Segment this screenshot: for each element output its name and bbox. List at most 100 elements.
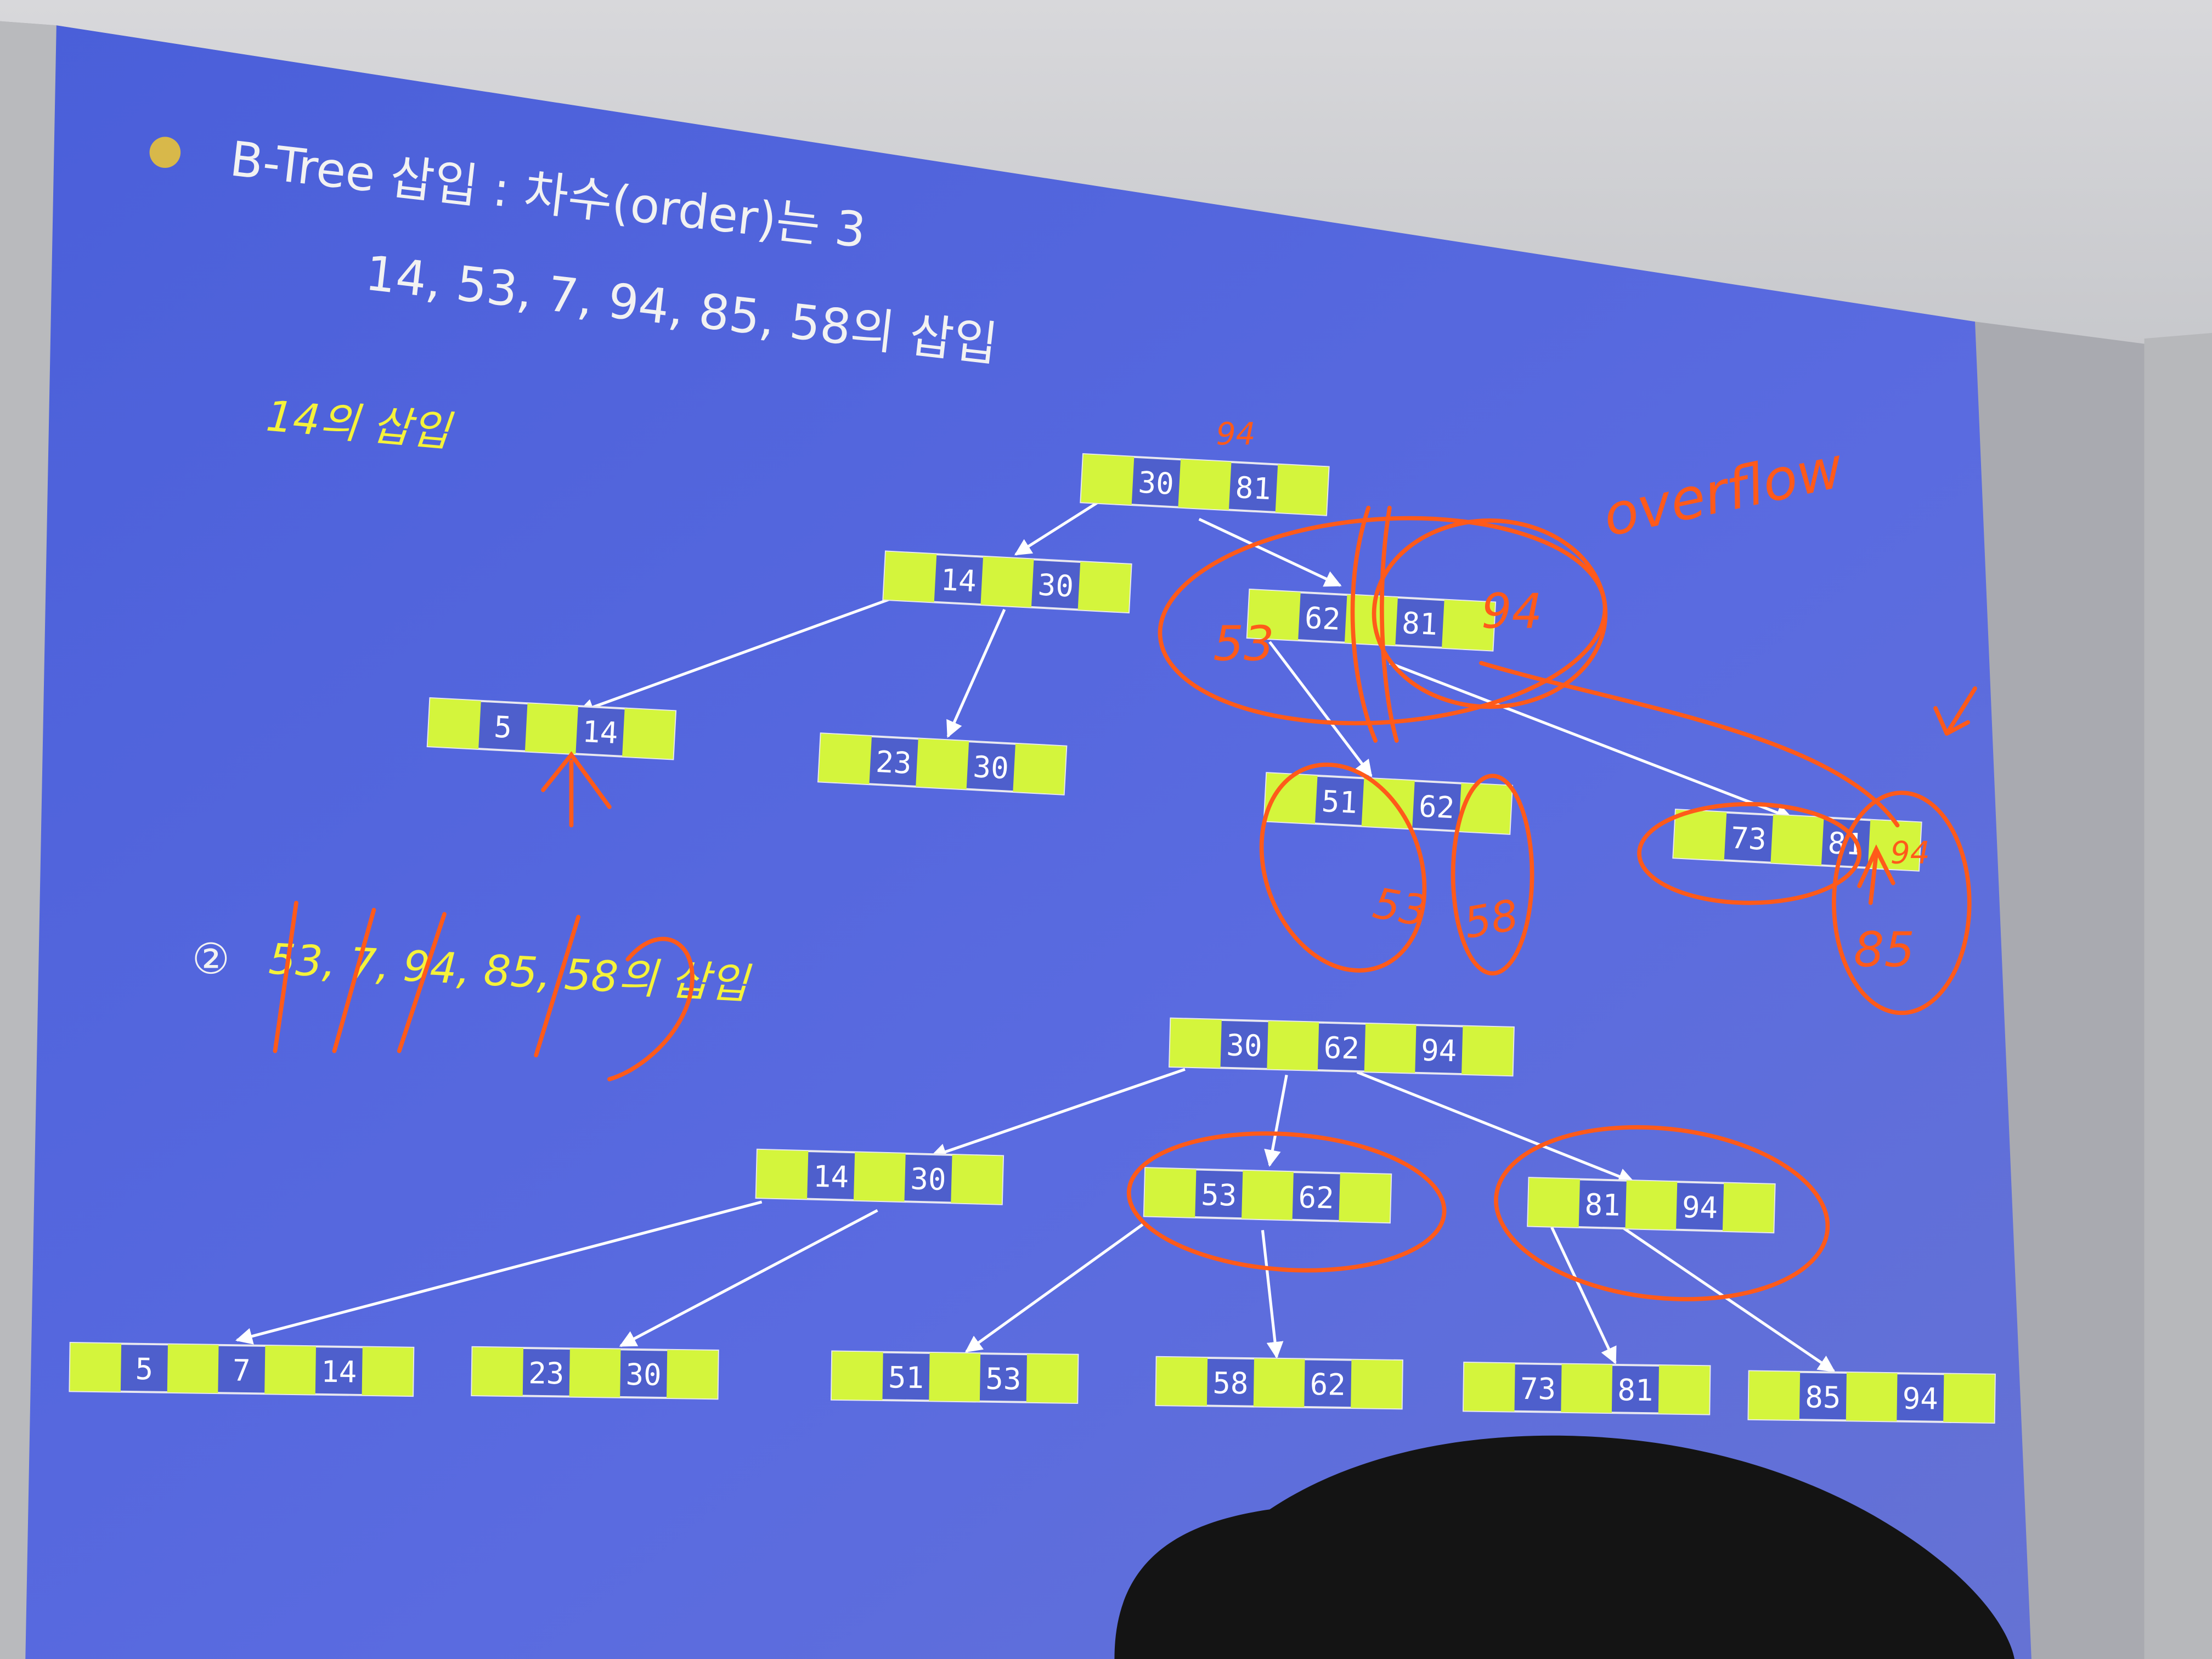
btree-node-t2-mid1: 14 30	[755, 1148, 1005, 1205]
node-key: 30	[972, 749, 1009, 786]
pointer-cell	[667, 1350, 718, 1399]
node-key: 94	[1902, 1381, 1938, 1417]
btree-node-t2-leaf4: 58 62	[1155, 1356, 1403, 1410]
node-key: 30	[625, 1357, 662, 1392]
bullet-dot-icon	[149, 137, 181, 168]
pointer-cell	[1846, 1372, 1898, 1421]
pointer-cell	[1748, 1371, 1801, 1420]
node-key: 62	[1304, 600, 1341, 636]
pointer-cell	[818, 733, 872, 785]
pointer-cell	[1267, 1021, 1319, 1071]
pointer-cell	[569, 1348, 621, 1397]
node-53-note: 53	[1213, 616, 1274, 672]
pointer-cell	[1561, 1364, 1613, 1413]
node-key: 14	[940, 562, 977, 599]
node-key: 14	[321, 1355, 357, 1390]
pointer-cell	[1178, 459, 1232, 510]
node-key: 73	[1520, 1372, 1556, 1407]
pointer-cell	[756, 1149, 809, 1199]
node-key: 62	[1298, 1180, 1335, 1216]
pointer-cell	[1026, 1354, 1078, 1403]
node-key: 30	[1137, 465, 1175, 501]
node-key: 81	[1584, 1187, 1621, 1223]
pointer-cell	[1077, 562, 1131, 613]
pointer-cell	[1339, 1173, 1391, 1223]
pointer-cell	[1458, 783, 1512, 834]
node-key: 62	[1418, 789, 1455, 825]
node-key: 81	[1234, 470, 1272, 506]
pointer-cell	[951, 1155, 1003, 1204]
photo-stage: B-Tree 삽입 : 차수(order)는 3 14, 53, 7, 94, …	[0, 0, 2212, 1659]
pointer-cell	[1722, 1183, 1775, 1233]
btree-node-t2-leaf1: 5 7 14	[69, 1342, 415, 1397]
node-key: 30	[1226, 1028, 1263, 1064]
node-key: 30	[1037, 567, 1074, 603]
pointer-cell	[1943, 1374, 1995, 1423]
leaf-58-note: 58	[1460, 890, 1522, 949]
pointer-cell	[929, 1352, 981, 1402]
node-key: 81	[1401, 606, 1438, 642]
pointer-cell	[1156, 1357, 1208, 1406]
pointer-cell	[1275, 464, 1329, 515]
pointer-cell	[622, 708, 676, 759]
pointer-cell	[1013, 743, 1066, 794]
node-key: 14	[582, 714, 619, 751]
pointer-cell	[362, 1347, 414, 1396]
wall-right	[2144, 332, 2212, 1659]
node-key: 53	[985, 1362, 1022, 1397]
pointer-cell	[427, 698, 481, 749]
pointer-cell	[1463, 1362, 1515, 1412]
step2-marker: ②	[192, 934, 230, 984]
node-key: 62	[1310, 1367, 1346, 1402]
pointer-cell	[1253, 1358, 1305, 1407]
pointer-cell	[264, 1345, 316, 1395]
pointer-cell	[1081, 454, 1135, 505]
leaf-94-note: 94	[1891, 835, 1930, 871]
pointer-cell	[472, 1347, 523, 1396]
pointer-cell	[167, 1344, 219, 1393]
pointer-cell	[524, 703, 578, 754]
node-key: 94	[1420, 1033, 1457, 1069]
btree-node-t2-mid2: 53 62	[1143, 1167, 1392, 1224]
btree-node-t2-leaf3: 51 53	[830, 1350, 1079, 1404]
node-key: 23	[875, 744, 912, 781]
node-key: 58	[1212, 1365, 1249, 1401]
slide-photo: B-Tree 삽입 : 차수(order)는 3 14, 53, 7, 94, …	[0, 0, 2212, 1659]
pointer-cell	[1770, 815, 1824, 866]
node-key: 51	[888, 1360, 924, 1395]
pointer-cell	[853, 1152, 906, 1202]
btree-node-t2-leaf5: 73 81	[1462, 1362, 1711, 1415]
pointer-cell	[1658, 1365, 1710, 1414]
node-key: 53	[1200, 1177, 1237, 1213]
node-key: 81	[1617, 1373, 1654, 1408]
pointer-cell	[1364, 1023, 1417, 1073]
node-key: 85	[1805, 1380, 1841, 1415]
node-key: 94	[1681, 1190, 1718, 1226]
pointer-cell	[1144, 1168, 1197, 1217]
btree-node-t2-root: 30 62 94	[1169, 1017, 1515, 1077]
node-key: 73	[1730, 821, 1767, 857]
node-key: 14	[812, 1159, 849, 1195]
node-key: 23	[528, 1356, 565, 1391]
root-94-note: 94	[1216, 416, 1256, 452]
pointer-cell	[1625, 1180, 1678, 1230]
leaf-53-note: 53	[1369, 879, 1431, 937]
pointer-cell	[1528, 1178, 1580, 1227]
pointer-cell	[980, 556, 1034, 607]
btree-node-t2-mid3: 81 94	[1527, 1177, 1776, 1234]
leaf-85-note: 85	[1854, 922, 1915, 978]
pointer-cell	[831, 1351, 883, 1401]
node-key: 5	[493, 709, 513, 745]
btree-node-t2-leaf2: 23 30	[471, 1346, 719, 1400]
node-key: 62	[1323, 1030, 1360, 1066]
pointer-cell	[1169, 1018, 1222, 1068]
node-94-note: 94	[1481, 583, 1542, 639]
pointer-cell	[1673, 809, 1727, 861]
pointer-cell	[1351, 1359, 1402, 1409]
node-key: 5	[135, 1352, 153, 1386]
pointer-cell	[1462, 1026, 1514, 1076]
node-key: 51	[1321, 784, 1358, 820]
pointer-cell	[1242, 1170, 1294, 1220]
pointer-cell	[70, 1342, 122, 1392]
node-key: 7	[233, 1353, 251, 1387]
